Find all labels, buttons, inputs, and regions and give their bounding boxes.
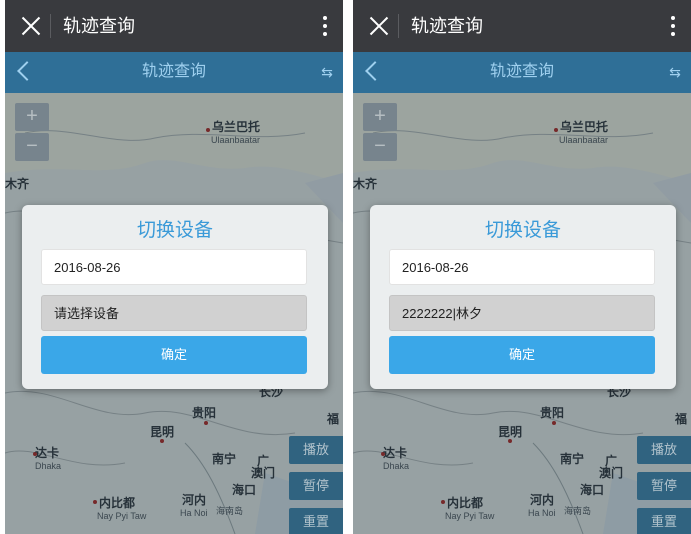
wechat-titlebar: 轨迹查询 xyxy=(353,0,691,52)
wechat-title: 轨迹查询 xyxy=(63,16,135,36)
titlebar-divider xyxy=(50,14,51,38)
switch-device-icon[interactable]: ⇆ xyxy=(317,63,337,81)
switch-device-icon[interactable]: ⇆ xyxy=(665,63,685,81)
device-select[interactable]: 2222222|林夕 xyxy=(389,295,655,331)
close-icon[interactable] xyxy=(17,12,45,40)
app-header: 轨迹查询 ⇆ xyxy=(353,52,691,93)
wechat-title: 轨迹查询 xyxy=(411,16,483,36)
date-field[interactable]: 2016-08-26 xyxy=(389,249,655,285)
switch-device-dialog: 切换设备 2016-08-26 2222222|林夕 确定 xyxy=(370,205,676,389)
confirm-button[interactable]: 确定 xyxy=(41,336,307,374)
titlebar-divider xyxy=(398,14,399,38)
more-menu-icon[interactable] xyxy=(319,14,329,38)
app-header: 轨迹查询 ⇆ xyxy=(5,52,343,93)
dialog-title: 切换设备 xyxy=(136,220,213,241)
phone-screen-left: 轨迹查询 轨迹查询 ⇆ + − 乌兰巴托 Ulaanbaatar 木齐 长沙 福… xyxy=(5,0,343,534)
more-menu-icon[interactable] xyxy=(667,14,677,38)
phone-screen-right: 轨迹查询 轨迹查询 ⇆ + − 乌兰巴托 Ulaanbaatar 木齐 长沙 福… xyxy=(353,0,691,534)
date-field[interactable]: 2016-08-26 xyxy=(41,249,307,285)
app-title: 轨迹查询 xyxy=(141,63,206,80)
confirm-button[interactable]: 确定 xyxy=(389,336,655,374)
switch-device-dialog: 切换设备 2016-08-26 请选择设备 确定 xyxy=(22,205,328,389)
wechat-titlebar: 轨迹查询 xyxy=(5,0,343,52)
close-icon[interactable] xyxy=(365,12,393,40)
app-title: 轨迹查询 xyxy=(489,63,554,80)
dialog-title: 切换设备 xyxy=(484,220,561,241)
device-select[interactable]: 请选择设备 xyxy=(41,295,307,331)
